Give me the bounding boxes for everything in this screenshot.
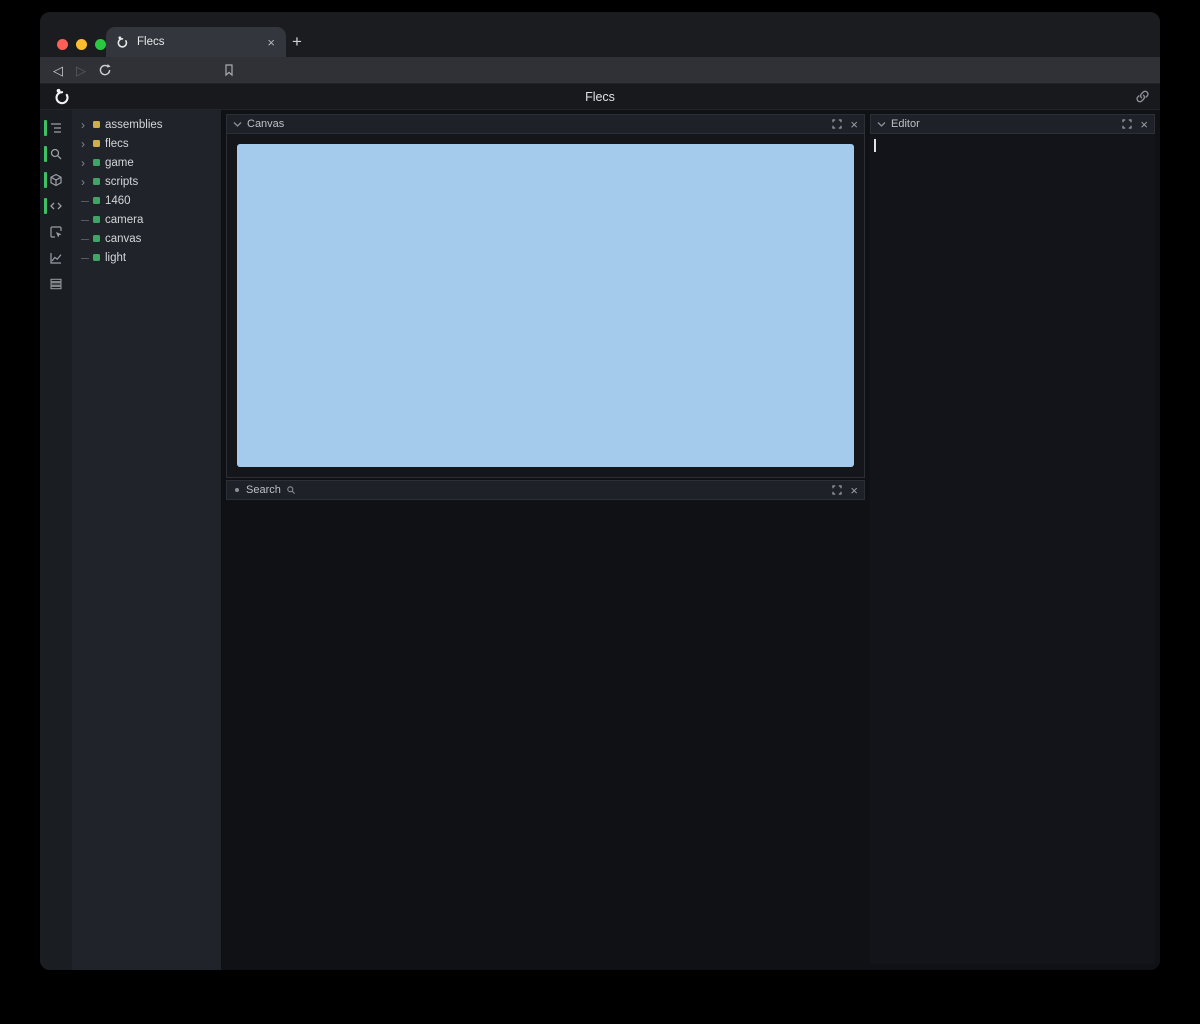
canvas-panel-header: Canvas × (226, 114, 865, 134)
outliner-icon[interactable] (40, 115, 72, 141)
zoom-window-button[interactable] (95, 39, 106, 50)
back-button[interactable]: ◁ (53, 62, 63, 79)
tree-item-label: assemblies (105, 119, 163, 131)
entity-kind-icon (93, 178, 100, 185)
inspect-icon[interactable] (40, 219, 72, 245)
stats-icon[interactable] (40, 245, 72, 271)
entity-kind-icon (93, 159, 100, 166)
editor-panel-header: Editor × (870, 114, 1155, 134)
app-content: › assemblies › flecs › game › scripts 1460 camera… (40, 110, 1160, 970)
collapsed-dot-icon[interactable] (235, 488, 239, 492)
app-header: Flecs (40, 84, 1160, 110)
browser-window: Flecs × + ◁ ▷ flecs.dev/explorer/?wasm=h… (40, 12, 1160, 970)
entity-tree: › assemblies › flecs › game › scripts 1460 camera… (72, 110, 221, 970)
entity-kind-icon (93, 121, 100, 128)
editor-textarea[interactable] (870, 134, 1155, 964)
editor-panel: Editor × (870, 114, 1155, 964)
panel-title: Canvas (247, 118, 284, 130)
close-icon[interactable]: × (850, 118, 858, 131)
magnifier-icon (286, 485, 296, 495)
tree-item-label: 1460 (105, 195, 131, 207)
entities-cube-icon[interactable] (40, 167, 72, 193)
expand-chevron-icon[interactable]: › (81, 176, 93, 188)
tree-item[interactable]: › scripts (72, 172, 221, 191)
close-window-button[interactable] (57, 39, 68, 50)
entity-kind-icon (93, 197, 100, 204)
reload-button[interactable] (98, 63, 112, 77)
page-title: Flecs (40, 84, 1160, 110)
entity-kind-icon (93, 254, 100, 261)
link-icon[interactable] (1135, 89, 1150, 104)
tree-item[interactable]: light (72, 248, 221, 267)
traffic-lights (57, 39, 106, 50)
tree-item[interactable]: › game (72, 153, 221, 172)
canvas-panel: Canvas × (226, 114, 865, 478)
tree-item[interactable]: 1460 (72, 191, 221, 210)
panel-title: Search (246, 484, 281, 496)
tree-item-label: scripts (105, 176, 138, 188)
entity-kind-icon (93, 235, 100, 242)
search-panel: Search × (226, 480, 865, 500)
chevron-down-icon[interactable] (877, 121, 886, 128)
tab-bar: Flecs × + (40, 12, 1160, 57)
browser-toolbar: ◁ ▷ flecs.dev/explorer/?wasm=https://www… (40, 57, 1160, 84)
tree-item[interactable]: › assemblies (72, 115, 221, 134)
fullscreen-icon[interactable] (832, 485, 842, 495)
tree-item-label: canvas (105, 233, 141, 245)
expand-chevron-icon[interactable]: › (81, 119, 93, 131)
tree-item-label: camera (105, 214, 143, 226)
tree-item[interactable]: camera (72, 210, 221, 229)
expand-chevron-icon[interactable]: › (81, 138, 93, 150)
panel-title: Editor (891, 118, 920, 130)
tree-item-label: flecs (105, 138, 129, 150)
forward-button: ▷ (76, 62, 86, 79)
new-tab-button[interactable]: + (292, 33, 302, 50)
bookmark-icon[interactable] (222, 63, 236, 77)
close-icon[interactable]: × (850, 484, 858, 497)
search-panel-header: Search × (226, 480, 865, 500)
tree-item-label: light (105, 252, 126, 264)
expand-chevron-icon[interactable]: › (81, 157, 93, 169)
sidebar-icon-strip (40, 110, 72, 970)
fullscreen-icon[interactable] (832, 119, 842, 129)
entity-kind-icon (93, 216, 100, 223)
code-icon[interactable] (40, 193, 72, 219)
close-icon[interactable]: × (1140, 118, 1148, 131)
fullscreen-icon[interactable] (1122, 119, 1132, 129)
tab-close-icon[interactable]: × (265, 36, 277, 49)
tree-item[interactable]: › flecs (72, 134, 221, 153)
browser-tab[interactable]: Flecs × (106, 27, 286, 57)
render-canvas[interactable] (237, 144, 854, 467)
chevron-down-icon[interactable] (233, 121, 242, 128)
minimize-window-button[interactable] (76, 39, 87, 50)
tree-item[interactable]: canvas (72, 229, 221, 248)
tab-title: Flecs (137, 36, 265, 48)
favicon-flecs-logo-icon (115, 35, 129, 49)
tree-item-label: game (105, 157, 134, 169)
queries-icon[interactable] (40, 271, 72, 297)
search-icon[interactable] (40, 141, 72, 167)
canvas-panel-body (226, 134, 865, 478)
text-caret (874, 139, 876, 152)
entity-kind-icon (93, 140, 100, 147)
